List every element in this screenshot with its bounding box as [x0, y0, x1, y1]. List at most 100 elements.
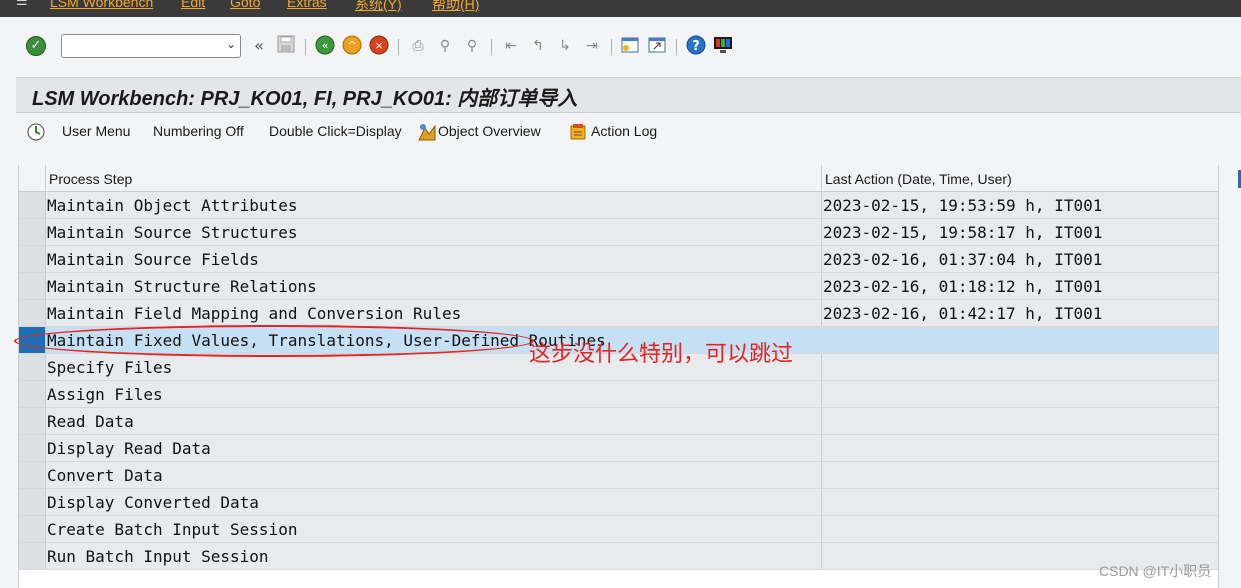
table-row[interactable]: Create Batch Input Session — [19, 516, 1219, 543]
grid-right-margin — [1218, 165, 1241, 588]
print-icon[interactable]: ⎙ — [407, 35, 429, 57]
page-title: LSM Workbench: PRJ_KO01, FI, PRJ_KO01: 内… — [32, 88, 578, 110]
row-selector[interactable] — [19, 435, 46, 461]
row-selector[interactable] — [19, 381, 46, 407]
svg-text:×: × — [374, 39, 383, 52]
numbering-off-button[interactable]: Numbering Off — [153, 123, 244, 139]
process-step-label: Assign Files — [47, 385, 163, 404]
last-action-value: 2023-02-16, 01:18:12 h, IT001 — [823, 277, 1103, 296]
green-back-icon[interactable]: « — [314, 35, 336, 57]
process-step-cell[interactable]: Create Batch Input Session — [46, 516, 822, 542]
system-menu-icon[interactable]: ☰ — [16, 0, 28, 9]
standard-toolbar: ✓ ⌄ « « ^ × ⎙ ⚲ ⚲ ⇤ ↰ ↳ ⇥ ? — [0, 17, 1241, 77]
row-selector[interactable] — [19, 408, 46, 434]
object-overview-button[interactable]: Object Overview — [438, 123, 541, 139]
double-click-display-button[interactable]: Double Click=Display — [269, 123, 402, 139]
next-page-icon[interactable]: ↳ — [554, 35, 576, 57]
exit-icon[interactable]: ^ — [341, 35, 363, 57]
command-input[interactable] — [65, 37, 215, 55]
table-row[interactable]: Assign Files — [19, 381, 1219, 408]
chevron-down-icon[interactable]: ⌄ — [226, 37, 236, 51]
process-step-cell[interactable]: Assign Files — [46, 381, 822, 407]
back-icon[interactable]: « — [248, 35, 270, 57]
help-icon[interactable]: ? — [685, 35, 707, 57]
object-overview-icon[interactable] — [417, 122, 437, 142]
find-icon[interactable]: ⚲ — [434, 35, 456, 57]
menu-help[interactable]: 帮助(H) — [432, 0, 479, 14]
first-page-icon[interactable]: ⇤ — [500, 35, 522, 57]
row-selector[interactable] — [19, 246, 46, 272]
menu-goto[interactable]: Goto — [230, 0, 260, 10]
layout-menu-icon[interactable] — [712, 35, 734, 57]
process-step-label: Maintain Field Mapping and Conversion Ru… — [47, 304, 462, 323]
user-menu-icon[interactable] — [26, 122, 46, 142]
row-selector[interactable] — [19, 462, 46, 488]
process-step-cell[interactable]: Read Data — [46, 408, 822, 434]
table-row[interactable]: Maintain Source Structures 2023-02-15, 19… — [19, 219, 1219, 246]
row-selector[interactable] — [19, 192, 46, 218]
column-header-last-action[interactable]: Last Action (Date, Time, User) — [825, 171, 1012, 187]
find-next-icon[interactable]: ⚲ — [461, 35, 483, 57]
process-step-cell[interactable]: Run Batch Input Session — [46, 543, 822, 569]
process-step-cell[interactable]: Maintain Source Structures — [46, 219, 822, 245]
row-selector[interactable] — [19, 516, 46, 542]
select-all-cell[interactable] — [19, 165, 46, 192]
table-row[interactable]: Maintain Structure Relations 2023-02-16, … — [19, 273, 1219, 300]
process-step-cell[interactable]: Maintain Field Mapping and Conversion Ru… — [46, 300, 822, 326]
row-selector[interactable] — [19, 543, 46, 569]
table-row[interactable]: Display Read Data — [19, 435, 1219, 462]
column-header-process-step[interactable]: Process Step — [49, 171, 132, 187]
last-page-icon[interactable]: ⇥ — [581, 35, 603, 57]
table-row[interactable]: Read Data — [19, 408, 1219, 435]
row-selector[interactable] — [19, 219, 46, 245]
process-step-cell[interactable]: Display Converted Data — [46, 489, 822, 515]
enter-icon[interactable]: ✓ — [26, 36, 46, 56]
save-icon[interactable] — [275, 35, 297, 57]
cancel-icon[interactable]: × — [368, 35, 390, 57]
menu-lsm-workbench[interactable]: LSM Workbench — [50, 0, 153, 10]
process-step-label: Maintain Source Structures — [47, 223, 298, 242]
process-step-label: Specify Files — [47, 358, 173, 377]
grid-header: Process Step Last Action (Date, Time, Us… — [19, 165, 1219, 192]
table-row[interactable]: Convert Data — [19, 462, 1219, 489]
process-step-label: Convert Data — [47, 466, 163, 485]
process-step-label: Maintain Object Attributes — [47, 196, 298, 215]
table-row[interactable]: Maintain Field Mapping and Conversion Ru… — [19, 300, 1219, 327]
action-log-icon[interactable] — [568, 122, 588, 142]
table-row[interactable]: Maintain Object Attributes 2023-02-15, 19… — [19, 192, 1219, 219]
row-selector[interactable] — [19, 354, 46, 380]
process-step-label: Display Converted Data — [47, 493, 259, 512]
process-step-cell[interactable]: Maintain Source Fields — [46, 246, 822, 272]
command-field[interactable]: ⌄ — [61, 34, 241, 58]
last-action-value: 2023-02-15, 19:53:59 h, IT001 — [823, 196, 1103, 215]
process-step-cell[interactable]: Convert Data — [46, 462, 822, 488]
toolbar-separator — [611, 39, 612, 55]
process-step-label: Run Batch Input Session — [47, 547, 269, 566]
process-step-label: Create Batch Input Session — [47, 520, 298, 539]
process-step-label: Read Data — [47, 412, 134, 431]
user-menu-button[interactable]: User Menu — [62, 123, 130, 139]
process-step-cell[interactable]: Display Read Data — [46, 435, 822, 461]
svg-text:«: « — [322, 39, 329, 52]
create-session-icon[interactable] — [619, 35, 641, 57]
action-log-button[interactable]: Action Log — [591, 123, 657, 139]
process-steps-grid: Process Step Last Action (Date, Time, Us… — [18, 165, 1219, 588]
table-row[interactable]: Display Converted Data — [19, 489, 1219, 516]
watermark: CSDN @IT小职员 — [1099, 563, 1212, 579]
prev-page-icon[interactable]: ↰ — [527, 35, 549, 57]
row-selector[interactable] — [19, 273, 46, 299]
table-row[interactable]: Run Batch Input Session — [19, 543, 1219, 570]
process-step-cell[interactable]: Maintain Structure Relations — [46, 273, 822, 299]
toolbar-separator — [305, 39, 306, 55]
menu-system[interactable]: 系统(Y) — [355, 0, 402, 14]
last-action-value: 2023-02-15, 19:58:17 h, IT001 — [823, 223, 1103, 242]
last-action-value: 2023-02-16, 01:42:17 h, IT001 — [823, 304, 1103, 323]
shortcut-icon[interactable] — [646, 35, 668, 57]
table-row[interactable]: Maintain Source Fields 2023-02-16, 01:37:… — [19, 246, 1219, 273]
menu-edit[interactable]: Edit — [181, 0, 205, 10]
process-step-cell[interactable]: Maintain Object Attributes — [46, 192, 822, 218]
menu-extras[interactable]: Extras — [287, 0, 327, 10]
last-action-value: 2023-02-16, 01:37:04 h, IT001 — [823, 250, 1103, 269]
row-selector[interactable] — [19, 489, 46, 515]
row-selector[interactable] — [19, 300, 46, 326]
